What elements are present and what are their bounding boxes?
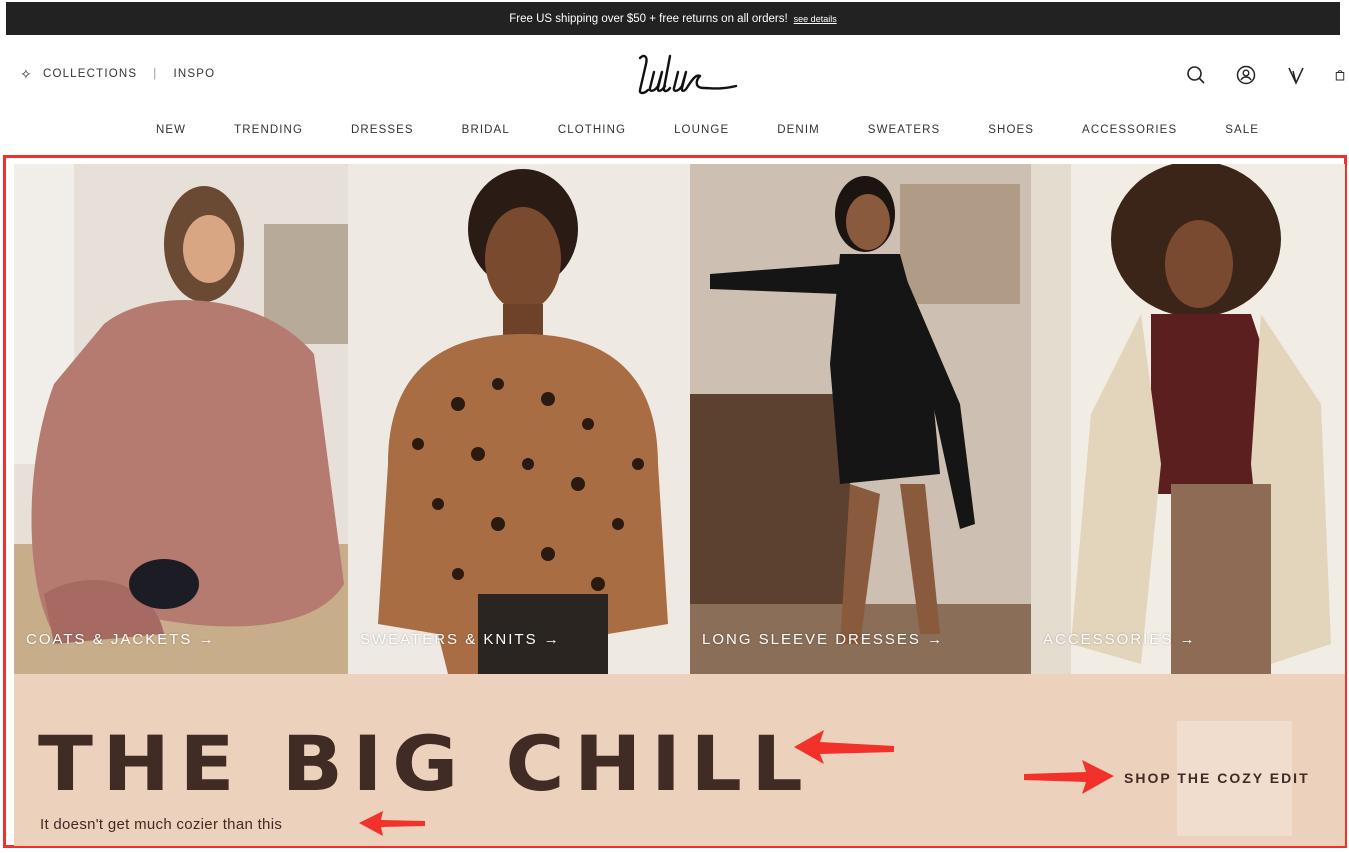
tile-label: ACCESSORIES → (1043, 631, 1197, 648)
lulus-logo[interactable] (630, 50, 745, 100)
nav-item-new[interactable]: NEW (156, 124, 186, 136)
wishlist-icon[interactable] (1285, 64, 1307, 86)
model-photo-dress (690, 164, 1031, 674)
annotation-arrow-icon (794, 730, 894, 764)
inspo-link[interactable]: INSPO (173, 68, 215, 80)
promo-bar: Free US shipping over $50 + free returns… (6, 2, 1340, 35)
page: Free US shipping over $50 + free returns… (0, 0, 1349, 853)
subheadline: It doesn't get much cozier than this (40, 816, 283, 833)
tile-label: COATS & JACKETS → (26, 631, 216, 648)
nav-item-dresses[interactable]: DRESSES (351, 124, 414, 136)
tile-long-sleeve-dresses[interactable]: LONG SLEEVE DRESSES → (690, 164, 1031, 674)
see-details-link[interactable]: see details (794, 14, 837, 24)
nav-item-sweaters[interactable]: SWEATERS (868, 124, 940, 136)
annotation-arrow-icon (1024, 760, 1114, 794)
model-photo-accessories (1031, 164, 1345, 674)
nav-item-clothing[interactable]: CLOTHING (558, 124, 626, 136)
hero-section: COATS & JACKETS → SWEATERS & KNITS → LON… (3, 155, 1347, 848)
nav-item-bridal[interactable]: BRIDAL (462, 124, 510, 136)
search-icon[interactable] (1185, 64, 1207, 86)
sparkle-icon: ✧ (20, 66, 33, 82)
nav-item-accessories[interactable]: ACCESSORIES (1082, 124, 1177, 136)
tile-sweaters-knits[interactable]: SWEATERS & KNITS → (348, 164, 690, 674)
tile-coats-jackets[interactable]: COATS & JACKETS → (14, 164, 348, 674)
main-nav: NEW TRENDING DRESSES BRIDAL CLOTHING LOU… (156, 124, 1259, 136)
promo-banner[interactable]: THE BIG CHILL It doesn't get much cozier… (14, 674, 1345, 846)
collections-link[interactable]: COLLECTIONS (43, 68, 137, 80)
model-photo-coat (14, 164, 348, 674)
nav-item-shoes[interactable]: SHOES (988, 124, 1034, 136)
promo-text: Free US shipping over $50 + free returns… (509, 12, 788, 25)
shop-cozy-edit-link[interactable]: SHOP THE COZY EDIT (1124, 770, 1310, 786)
category-tiles: COATS & JACKETS → SWEATERS & KNITS → LON… (14, 164, 1345, 674)
account-icon[interactable] (1235, 64, 1257, 86)
model-photo-sweater (348, 164, 690, 674)
header-icons (1185, 64, 1345, 86)
tile-accessories[interactable]: ACCESSORIES → (1031, 164, 1345, 674)
nav-item-lounge[interactable]: LOUNGE (674, 124, 729, 136)
tile-label: LONG SLEEVE DRESSES → (702, 631, 945, 648)
tile-label: SWEATERS & KNITS → (360, 631, 561, 648)
bag-icon[interactable] (1335, 64, 1345, 86)
nav-item-sale[interactable]: SALE (1225, 124, 1259, 136)
divider: | (153, 68, 158, 80)
headline: THE BIG CHILL (38, 719, 813, 808)
nav-item-denim[interactable]: DENIM (777, 124, 820, 136)
nav-item-trending[interactable]: TRENDING (234, 124, 303, 136)
annotation-arrow-icon (359, 811, 425, 836)
header-left-links: ✧ COLLECTIONS | INSPO (20, 67, 215, 81)
